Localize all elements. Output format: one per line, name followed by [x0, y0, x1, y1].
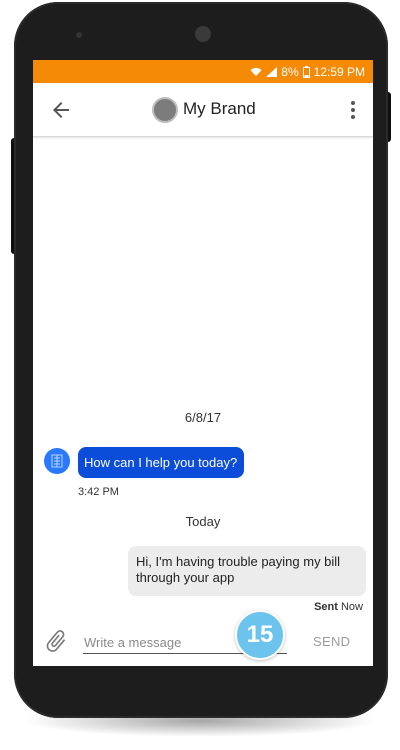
page-title: My Brand	[183, 99, 256, 118]
outgoing-message-bubble: Hi, I'm having trouble paying my bill th…	[128, 546, 366, 596]
paperclip-icon[interactable]	[43, 628, 69, 654]
brand-avatar	[152, 97, 178, 123]
date-separator: 6/8/17	[184, 410, 222, 425]
phone-screen: 8% 12:59 PM My Brand 6/8/17 How can I he…	[33, 60, 373, 666]
phone-sensor	[76, 32, 82, 38]
sent-status: Sent Now	[314, 601, 363, 613]
battery-icon	[302, 65, 310, 78]
date-separator-today: Today	[185, 514, 221, 529]
status-bar: 8% 12:59 PM	[33, 60, 373, 83]
battery-percent: 8%	[281, 64, 299, 79]
back-arrow-icon[interactable]	[49, 98, 73, 122]
brand-chat-avatar	[44, 448, 70, 474]
message-composer: SEND	[33, 620, 373, 666]
sent-time: Now	[340, 601, 363, 613]
wifi-icon	[250, 67, 262, 77]
send-button[interactable]: SEND	[313, 634, 350, 649]
step-number-badge: 15	[235, 610, 285, 660]
signal-icon	[266, 66, 278, 77]
clock-time: 12:59 PM	[313, 64, 365, 79]
building-icon	[51, 454, 63, 468]
incoming-message-bubble: How can I help you today?	[78, 447, 244, 478]
more-options-icon[interactable]	[341, 98, 365, 122]
message-timestamp: 3:42 PM	[78, 486, 119, 498]
sent-label: Sent	[314, 601, 338, 613]
phone-camera	[195, 26, 211, 42]
app-header: My Brand	[33, 83, 373, 137]
